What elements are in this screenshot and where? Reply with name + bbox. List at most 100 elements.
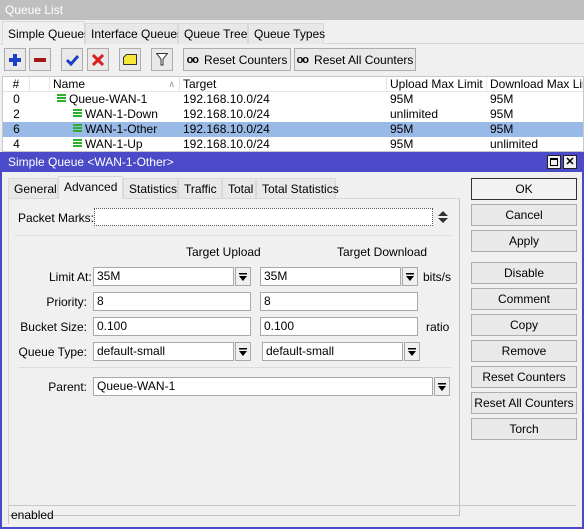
sort-icon: ∧ xyxy=(168,79,175,89)
dialog-title: Simple Queue <WAN-1-Other> xyxy=(8,155,174,169)
reset-all-counters-button[interactable]: oo Reset All Counters xyxy=(294,48,416,71)
x-icon xyxy=(92,53,104,66)
cell-target: 192.168.10.0/24 xyxy=(183,122,270,136)
maximize-button[interactable] xyxy=(547,155,561,169)
table-row[interactable]: 0 Queue-WAN-1 192.168.10.0/24 95M 95M xyxy=(3,92,583,107)
cell-download-max-limit: 95M xyxy=(490,122,514,136)
status-bar: enabled xyxy=(8,508,576,524)
cell-download-max-limit: 95M xyxy=(490,107,514,121)
queue-type-download-dropdown[interactable] xyxy=(404,342,420,361)
tab-statistics[interactable]: Statistics xyxy=(123,178,178,198)
bucket-size-download-input[interactable]: 0.100 xyxy=(260,317,418,336)
tab-queue-types[interactable]: Queue Types xyxy=(248,23,325,44)
copy-button[interactable]: Copy xyxy=(471,314,577,336)
counter-icon: oo xyxy=(186,53,199,66)
parent-dropdown[interactable] xyxy=(434,377,450,396)
priority-download-input[interactable]: 8 xyxy=(260,292,418,311)
table-row[interactable]: 6 WAN-1-Other 192.168.10.0/24 95M 95M xyxy=(3,122,583,137)
enable-button[interactable] xyxy=(61,48,83,71)
priority-upload-input[interactable]: 8 xyxy=(93,292,251,311)
disable-button[interactable]: Disable xyxy=(471,262,577,284)
col-name-label: Name xyxy=(53,77,86,91)
bucket-size-unit: ratio xyxy=(426,320,450,334)
filter-button[interactable] xyxy=(151,48,173,71)
ok-button[interactable]: OK xyxy=(471,178,577,200)
queue-type-upload-select[interactable]: default-small xyxy=(93,342,234,361)
remove-button[interactable]: Remove xyxy=(471,340,577,362)
comment-button[interactable]: Comment xyxy=(471,288,577,310)
reset-all-counters-button[interactable]: Reset All Counters xyxy=(471,392,577,414)
tab-general[interactable]: General xyxy=(8,178,58,198)
col-target[interactable]: Target xyxy=(180,77,387,92)
window-title: Queue List xyxy=(0,0,584,20)
cancel-button[interactable]: Cancel xyxy=(471,204,577,226)
note-icon xyxy=(123,54,137,65)
packet-marks-field[interactable] xyxy=(94,208,433,226)
limit-at-upload-dropdown[interactable] xyxy=(235,267,251,286)
filter-icon xyxy=(156,53,168,66)
tab-interface-queues[interactable]: Interface Queues xyxy=(85,23,183,44)
close-icon: ✕ xyxy=(565,155,575,168)
limit-at-upload-input[interactable]: 35M xyxy=(93,267,234,286)
cell-name: WAN-1-Other xyxy=(50,122,180,137)
tab-total-statistics[interactable]: Total Statistics xyxy=(256,178,339,198)
cell-upload-max-limit: 95M xyxy=(390,92,414,106)
queue-name: WAN-1-Other xyxy=(85,122,158,136)
tab-advanced[interactable]: Advanced xyxy=(58,176,123,199)
queue-tabs: Simple Queues Interface Queues Queue Tre… xyxy=(0,20,584,45)
separator xyxy=(19,367,451,368)
parent-select[interactable]: Queue-WAN-1 xyxy=(93,377,433,396)
queues-table: # Name ∧ Target Upload Max Limit Downloa… xyxy=(2,76,584,152)
tab-queue-tree[interactable]: Queue Tree xyxy=(178,23,248,44)
remove-button[interactable] xyxy=(29,48,51,71)
cell-name: WAN-1-Up xyxy=(50,137,180,151)
maximize-icon xyxy=(550,158,558,166)
dropdown-arrow-icon xyxy=(408,347,416,356)
updown-icon[interactable] xyxy=(438,211,448,223)
counter-icon: oo xyxy=(296,53,309,66)
tab-simple-queues[interactable]: Simple Queues xyxy=(2,21,90,45)
close-button[interactable]: ✕ xyxy=(563,155,577,169)
queue-type-label: Queue Type: xyxy=(18,345,88,359)
col-num[interactable]: # xyxy=(3,77,30,92)
tab-traffic[interactable]: Traffic xyxy=(178,178,222,198)
tab-total[interactable]: Total xyxy=(222,178,256,198)
packet-marks-label: Packet Marks: xyxy=(18,211,95,225)
limit-at-unit: bits/s xyxy=(423,270,452,284)
queue-icon xyxy=(72,123,83,134)
comment-button[interactable] xyxy=(119,48,141,71)
col-name[interactable]: Name ∧ xyxy=(50,77,180,92)
cell-target: 192.168.10.0/24 xyxy=(183,92,270,106)
target-upload-header: Target Upload xyxy=(186,245,261,259)
minus-icon xyxy=(34,57,46,62)
reset-counters-button[interactable]: oo Reset Counters xyxy=(183,48,291,71)
queue-icon xyxy=(56,93,67,104)
bucket-size-upload-input[interactable]: 0.100 xyxy=(93,317,251,336)
cell-num: 4 xyxy=(13,137,20,151)
dialog-titlebar: Simple Queue <WAN-1-Other> ✕ xyxy=(0,152,584,172)
queue-type-download-select[interactable]: default-small xyxy=(262,342,403,361)
col-upload-max-limit[interactable]: Upload Max Limit xyxy=(387,77,487,92)
table-row[interactable]: 2 WAN-1-Down 192.168.10.0/24 unlimited 95M xyxy=(3,107,583,122)
cell-num: 6 xyxy=(13,122,20,136)
cell-name: WAN-1-Down xyxy=(50,107,180,122)
reset-counters-button[interactable]: Reset Counters xyxy=(471,366,577,388)
dropdown-arrow-icon xyxy=(438,382,446,391)
table-row[interactable]: 4 WAN-1-Up 192.168.10.0/24 95M unlimited xyxy=(3,137,583,151)
cell-download-max-limit: unlimited xyxy=(490,137,539,151)
queue-type-upload-dropdown[interactable] xyxy=(235,342,251,361)
limit-at-download-input[interactable]: 35M xyxy=(260,267,401,286)
cell-target: 192.168.10.0/24 xyxy=(183,107,270,121)
advanced-panel: Packet Marks: Target Upload Target Downl… xyxy=(8,198,460,516)
cell-download-max-limit: 95M xyxy=(490,92,514,106)
limit-at-download-dropdown[interactable] xyxy=(402,267,418,286)
queue-icon xyxy=(72,138,83,149)
apply-button[interactable]: Apply xyxy=(471,230,577,252)
col-download-max-limit[interactable]: Download Max Limit xyxy=(487,77,583,92)
add-button[interactable] xyxy=(4,48,26,71)
reset-counters-label: Reset Counters xyxy=(204,52,288,67)
col-flags[interactable] xyxy=(30,77,50,92)
torch-button[interactable]: Torch xyxy=(471,418,577,440)
priority-label: Priority: xyxy=(46,295,87,309)
disable-button[interactable] xyxy=(87,48,109,71)
